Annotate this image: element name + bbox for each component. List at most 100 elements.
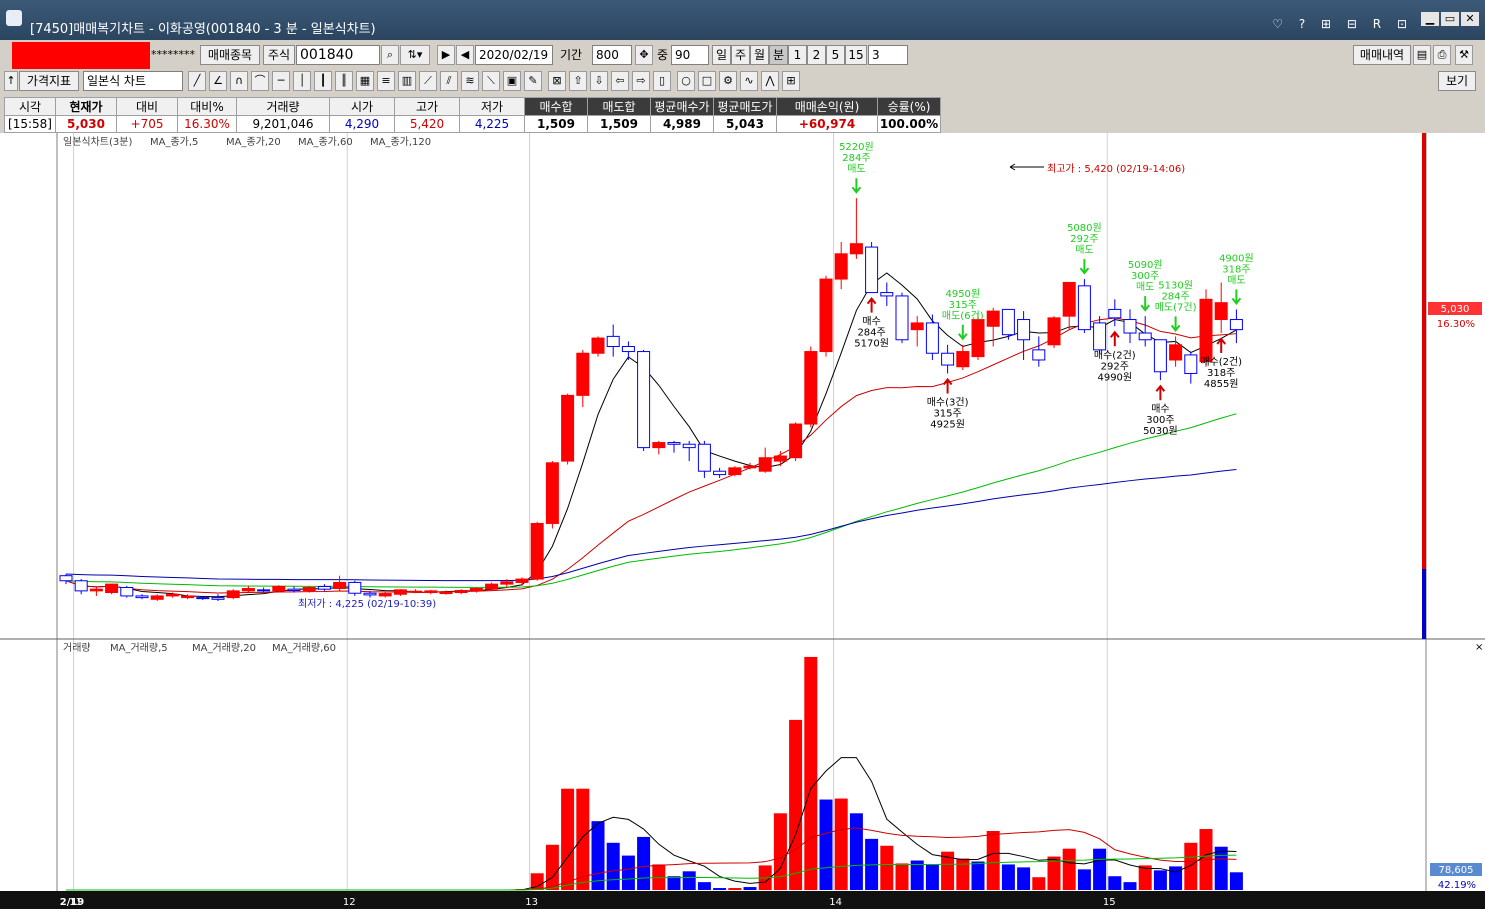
buy-signal-label: 5030원 [1143,425,1178,437]
channel-tool-icon[interactable]: ║ [335,71,353,91]
diag-tool-icon[interactable]: ⟍ [482,71,500,91]
value-change-pct: 16.30% [177,115,237,133]
candle-body [530,522,544,580]
close-button[interactable]: ✕ [1461,12,1479,26]
candle-body [956,351,970,368]
indicator-button[interactable]: 가격지표 [19,71,79,91]
volume-bar [1062,848,1076,890]
minute-5-button[interactable]: 5 [826,45,845,65]
minimize-button[interactable]: ▁ [1421,12,1439,26]
volume-bar [971,861,985,890]
ray-tool-icon[interactable]: ⟋ [419,71,437,91]
folder-icon[interactable]: ▤ [1413,45,1431,65]
sell-signal-label: 매도(6건) [942,310,984,322]
sell-signal-label: 매도(7건) [1155,301,1197,313]
rect-tool-icon[interactable]: □ [698,71,716,91]
parallel-tool-icon[interactable]: ⫽ [440,71,458,91]
candle-body [1001,308,1015,336]
candle-body [393,589,407,595]
minute-select[interactable]: 3 [868,45,908,65]
candle-body [606,335,620,347]
header-avg-sell: 평균매도가 [713,97,777,116]
overlap-input[interactable]: 90 [671,45,709,65]
wrench-icon[interactable]: ⚒ [1455,45,1473,65]
buy-signal-label: 매수(2건) [1200,356,1242,368]
crosshair-icon[interactable]: ✥ [635,45,653,65]
volume-bar [1077,869,1091,890]
down-tool-icon[interactable]: ⇩ [590,71,608,91]
period-day-button[interactable]: 일 [712,45,731,65]
candle-body [865,246,879,294]
header-pnl: 매매손익(원) [776,97,878,116]
sell-signal-label: 315주 [949,300,977,311]
value-sell-total: 1,509 [587,115,651,133]
volume-legend-title: 거래량 [63,642,91,654]
left-tool-icon[interactable]: ⇦ [611,71,629,91]
period-input[interactable]: 800 [592,45,632,65]
period-week-button[interactable]: 주 [731,45,750,65]
header-price: 현재가 [55,97,117,116]
sine-tool-icon[interactable]: ∿ [740,71,758,91]
right-tool-icon[interactable]: ⇨ [632,71,650,91]
volume-bar [591,821,605,890]
date-input[interactable]: 2020/02/19 [475,45,553,65]
current-pct-label: 16.30% [1437,319,1475,330]
up-tool-icon[interactable]: ⇧ [569,71,587,91]
stock-code-input[interactable]: 001840 [296,45,380,65]
panel-tool-icon[interactable]: ⊞ [782,71,800,91]
buy-signal-label: 284주 [857,328,885,339]
candle-body [363,592,377,596]
period-month-button[interactable]: 월 [750,45,769,65]
candle-body [454,590,468,594]
period-minute-button[interactable]: 분 [769,45,788,65]
search-icon[interactable]: ⌕ [381,45,399,65]
vline-tool-icon[interactable]: │ [293,71,311,91]
volume-bar [789,719,803,890]
print-icon[interactable]: ⎙ [1433,45,1451,65]
close-volume-panel-icon[interactable]: × [1475,642,1483,653]
chart-type-select[interactable]: 일본식 차트 [83,71,183,91]
trade-history-button[interactable]: 매매내역 [1353,45,1411,65]
header-open: 시가 [329,97,395,116]
trendline-tool-icon[interactable]: ╱ [188,71,206,91]
sort-icon[interactable]: ⇅▾ [400,45,430,65]
minute-15-button[interactable]: 15 [845,45,867,65]
volume-bar [834,798,848,890]
fibo-tool-icon[interactable]: ≡ [377,71,395,91]
trade-summary-table: 시각 현재가 대비 대비% 거래량 시가 고가 저가 매수합 매도합 평균매수가… [4,97,941,133]
minute-1-button[interactable]: 1 [788,45,807,65]
circle-tool-icon[interactable]: ○ [677,71,695,91]
arc-tool-icon[interactable]: ∩ [230,71,248,91]
angle-tool-icon[interactable]: ∠ [209,71,227,91]
value-open: 4,290 [329,115,395,133]
view-button[interactable]: 보기 [1438,71,1476,91]
candle-body [1199,298,1213,363]
header-win-rate: 승률(%) [877,97,941,116]
header-low: 저가 [459,97,525,116]
gear-tool-icon[interactable]: ⚙ [719,71,737,91]
chart-area[interactable]: 5220원284주매도매수284주5170원4950원315주매도(6건)매수(… [0,133,1485,909]
play-icon[interactable]: ▶ [437,45,455,65]
x-axis-label: 13 [525,897,538,908]
candle-body [1169,344,1183,361]
erase-tool-icon[interactable]: ⊠ [548,71,566,91]
minute-2-button[interactable]: 2 [807,45,826,65]
pen-tool-icon[interactable]: ✎ [524,71,542,91]
peak-tool-icon[interactable]: ⋀ [761,71,779,91]
color-tool-icon[interactable]: ▣ [503,71,521,91]
vlines-tool-icon[interactable]: ┃ [314,71,332,91]
volume-bar [682,871,696,890]
box-tool-icon[interactable]: ▥ [398,71,416,91]
maximize-button[interactable]: ▭ [1441,12,1459,26]
wave-tool-icon[interactable]: ≋ [461,71,479,91]
trade-list-button[interactable]: 매매종목 [200,45,260,65]
curve-tool-icon[interactable]: ⌒ [251,71,269,91]
hline-tool-icon[interactable]: ─ [272,71,290,91]
market-button[interactable]: 주식 [263,45,295,65]
volume-bar [1017,867,1031,890]
title-tools[interactable]: ♡ ? ⊞ ⊟ R ⊡ [1272,17,1413,31]
up-arrow-icon[interactable]: ↑ [4,71,18,91]
doc-tool-icon[interactable]: ▯ [653,71,671,91]
back-icon[interactable]: ◀ [456,45,474,65]
grid-tool-icon[interactable]: ▦ [356,71,374,91]
